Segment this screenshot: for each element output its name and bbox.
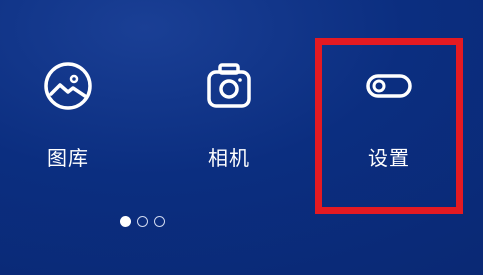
app-label-gallery: 图库 <box>47 146 89 170</box>
app-label-camera: 相机 <box>208 146 250 170</box>
page-indicator <box>120 216 165 227</box>
page-dot <box>137 216 148 227</box>
app-gallery[interactable]: 图库 <box>13 58 123 168</box>
page-dot-active <box>120 216 131 227</box>
settings-highlight-box <box>315 38 463 214</box>
app-camera[interactable]: 相机 <box>174 58 284 168</box>
gallery-icon <box>40 58 96 114</box>
page-dot <box>154 216 165 227</box>
camera-icon <box>201 58 257 114</box>
